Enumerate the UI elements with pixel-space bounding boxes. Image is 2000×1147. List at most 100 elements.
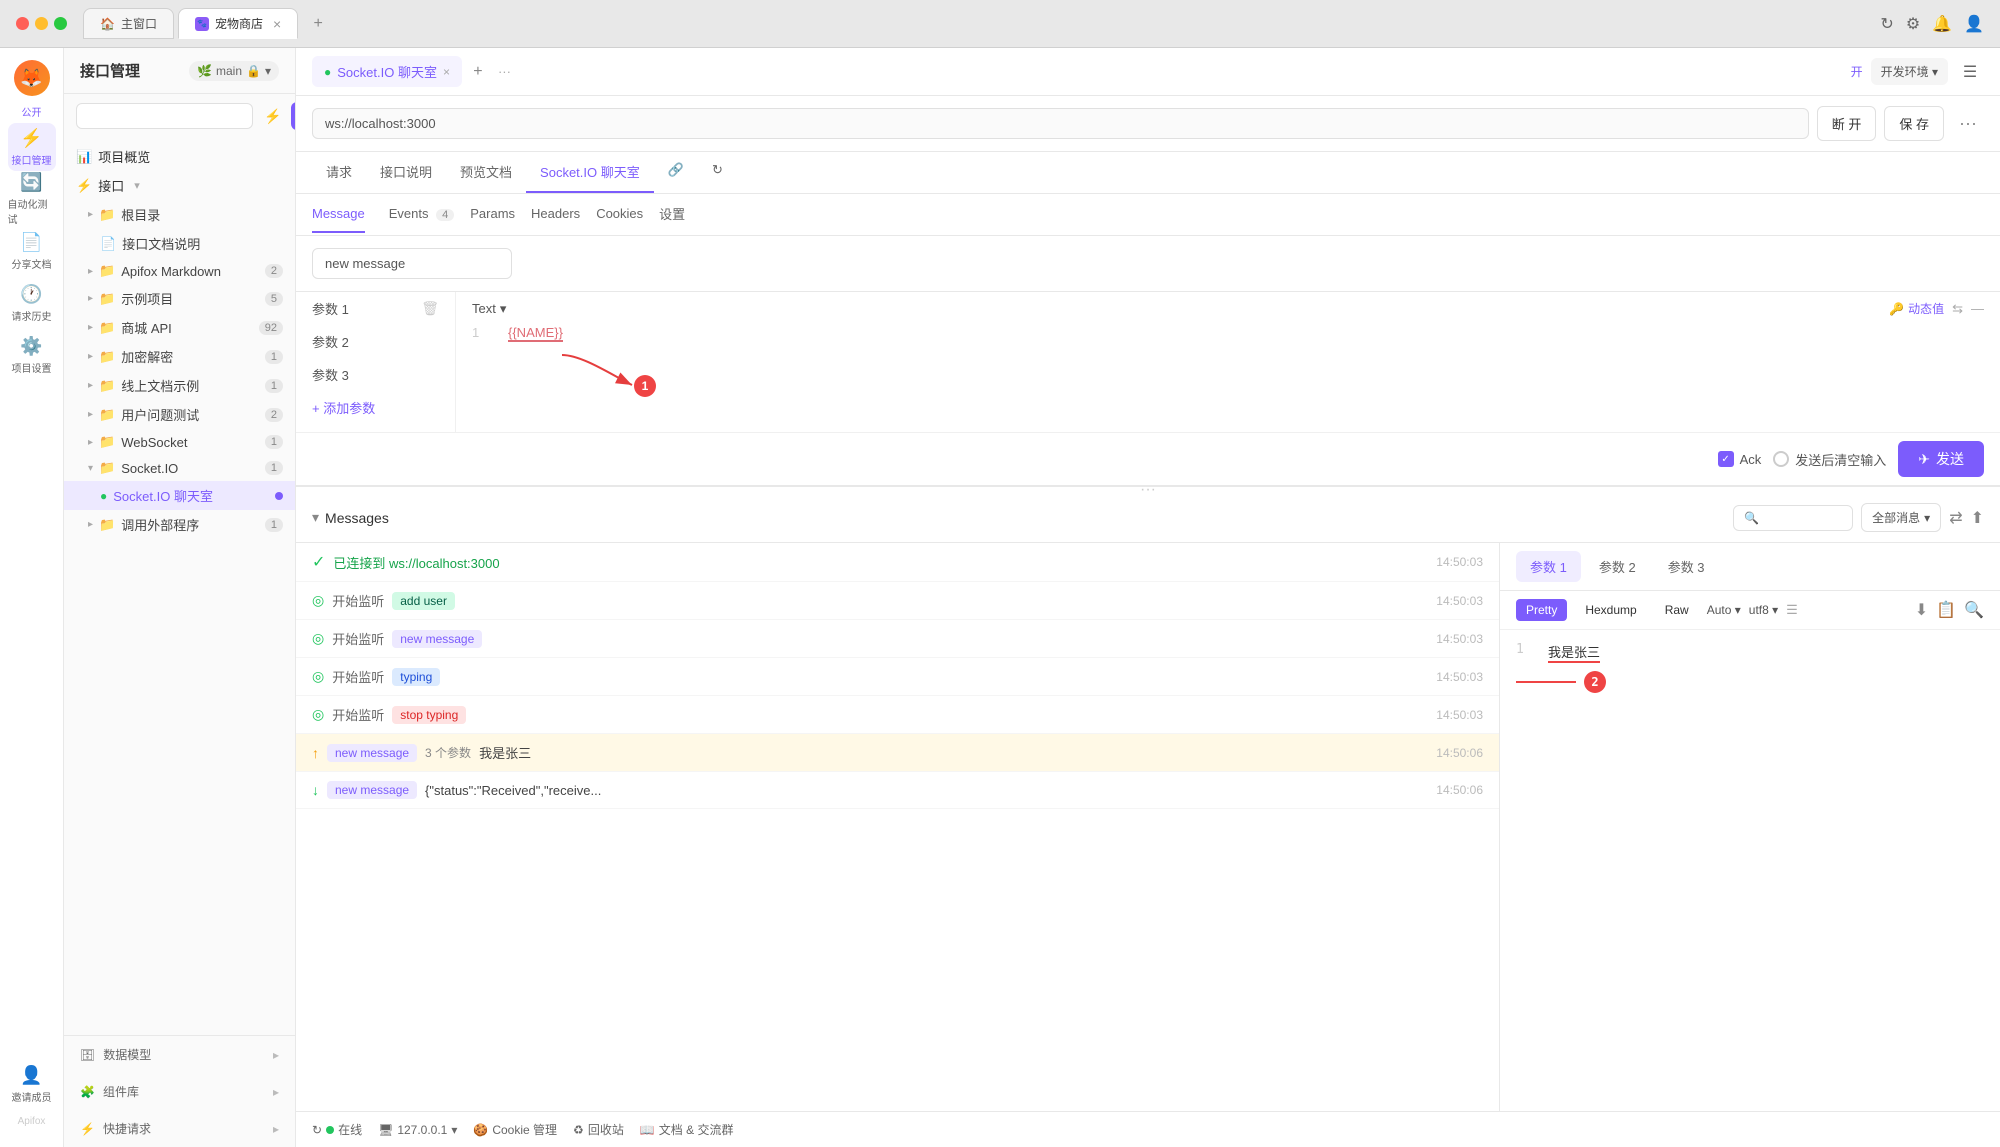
url-input[interactable]	[312, 108, 1809, 139]
collapse-bar-icon[interactable]: —	[1971, 301, 1984, 316]
status-docs[interactable]: 📖 文档 & 交流群	[640, 1121, 734, 1138]
close-button[interactable]	[16, 17, 29, 30]
msg-tab-params[interactable]: Params	[462, 196, 523, 233]
main-tab-socketio-chat[interactable]: ● Socket.IO 聊天室 ×	[312, 56, 462, 87]
message-item-connected[interactable]: ✓ 已连接到 ws://localhost:3000 14:50:03	[296, 543, 1499, 582]
minimize-button[interactable]	[35, 17, 48, 30]
more-options-button[interactable]: ···	[1952, 108, 1984, 140]
tab-socketio-chat[interactable]: Socket.IO 聊天室	[526, 152, 654, 193]
sync-icon[interactable]: ⇄	[1949, 508, 1962, 528]
tab-request[interactable]: 请求	[312, 152, 366, 193]
list-icon[interactable]: ☰	[1786, 602, 1798, 618]
tab-refresh[interactable]: ↻	[698, 152, 737, 193]
message-item-sent[interactable]: ↑ new message 3 个参数 我是张三 14:50:06	[296, 734, 1499, 772]
tree-item-api-docs[interactable]: 📄 接口文档说明	[64, 229, 295, 258]
maximize-button[interactable]	[54, 17, 67, 30]
tab-link[interactable]: 🔗	[654, 152, 698, 193]
msg-tab-settings[interactable]: 设置	[651, 194, 693, 235]
filter-dropdown[interactable]: 全部消息 ▾	[1861, 503, 1941, 532]
param1-delete-icon[interactable]: 🗑	[421, 300, 439, 317]
sidebar-item-history[interactable]: 🕐 请求历史	[8, 279, 56, 327]
param-item-3[interactable]: 参数 3	[304, 358, 447, 391]
format-hexdump-button[interactable]: Hexdump	[1575, 599, 1646, 621]
refresh-browser-icon[interactable]: ↻	[1880, 14, 1893, 34]
main-more-tabs-icon[interactable]: ···	[498, 64, 511, 79]
rp-tab-param2[interactable]: 参数 2	[1585, 551, 1650, 582]
tree-item-online-docs[interactable]: ▸ 📁 线上文档示例 1	[64, 371, 295, 400]
format-raw-button[interactable]: Raw	[1655, 599, 1699, 621]
hamburger-menu-button[interactable]: ☰	[1956, 58, 1984, 86]
tab-close-button[interactable]: ×	[273, 16, 281, 32]
message-item-watch-2[interactable]: ◎ 开始监听 new message 14:50:03	[296, 620, 1499, 658]
messages-action-icon[interactable]: ⬆	[1971, 508, 1984, 528]
charset-selector[interactable]: utf8 ▾	[1749, 603, 1778, 617]
expand-icon[interactable]: ⇆	[1952, 301, 1963, 317]
tree-item-socketio[interactable]: ▾ 📁 Socket.IO 1	[64, 455, 295, 481]
status-recycle[interactable]: ♻ 回收站	[573, 1121, 624, 1138]
add-param-button[interactable]: + 添加参数	[304, 391, 447, 424]
message-item-watch-1[interactable]: ◎ 开始监听 add user 14:50:03	[296, 582, 1499, 620]
bell-icon[interactable]: 🔔	[1932, 14, 1952, 34]
download-icon[interactable]: ⬇	[1915, 600, 1928, 620]
tab-preview-doc[interactable]: 预览文档	[446, 152, 526, 193]
msg-tab-message[interactable]: Message	[312, 196, 365, 233]
ack-checkbox[interactable]: ✓	[1718, 451, 1734, 467]
tab-pet[interactable]: 🐾 宠物商店 ×	[178, 8, 298, 39]
rp-tab-param1[interactable]: 参数 1	[1516, 551, 1581, 582]
tree-item-external[interactable]: ▸ 📁 调用外部程序 1	[64, 510, 295, 539]
tab-home[interactable]: 🏠 主窗口	[83, 8, 174, 39]
user-avatar[interactable]: 👤	[1964, 14, 1984, 34]
search-input[interactable]	[76, 103, 253, 129]
nav-bottom-data-model[interactable]: 🗄 数据模型 ▸	[64, 1036, 295, 1073]
tree-item-encrypt[interactable]: ▸ 📁 加密解密 1	[64, 342, 295, 371]
send-button[interactable]: ✈ 发送	[1898, 441, 1984, 477]
status-cookie[interactable]: 🍪 Cookie 管理	[473, 1121, 557, 1138]
sidebar-item-invite[interactable]: 👤 邀请成员	[8, 1060, 56, 1108]
add-tab-button[interactable]: +	[306, 12, 330, 36]
text-type-selector[interactable]: Text ▾	[472, 301, 506, 317]
tree-item-root[interactable]: ▸ 📁 根目录	[64, 200, 295, 229]
rp-tab-param3[interactable]: 参数 3	[1654, 551, 1719, 582]
msg-tab-events[interactable]: Events 4	[381, 196, 463, 233]
message-item-watch-3[interactable]: ◎ 开始监听 typing 14:50:03	[296, 658, 1499, 696]
messages-search-box[interactable]: 🔍	[1733, 505, 1853, 531]
msg-tab-headers[interactable]: Headers	[523, 196, 588, 233]
tree-item-examples[interactable]: ▸ 📁 示例项目 5	[64, 284, 295, 313]
copy-icon[interactable]: 📋	[1936, 600, 1956, 620]
param-item-1[interactable]: 参数 1 🗑	[304, 292, 447, 325]
tree-item-overview[interactable]: 📊 项目概览	[64, 142, 295, 171]
filter-button[interactable]: ⚡	[259, 102, 287, 130]
status-ip[interactable]: 🖥 127.0.0.1 ▾	[378, 1123, 457, 1137]
messages-collapse-icon[interactable]: ▾	[312, 509, 319, 526]
message-item-received[interactable]: ↓ new message {"status":"Received","rece…	[296, 772, 1499, 809]
save-button[interactable]: 保 存	[1884, 106, 1944, 141]
branch-selector[interactable]: 🌿 main 🔒 ▾	[189, 61, 279, 81]
disconnect-button[interactable]: 断 开	[1817, 106, 1877, 141]
msg-tab-cookies[interactable]: Cookies	[588, 196, 651, 233]
tree-item-socketio-chat[interactable]: ● Socket.IO 聊天室	[64, 481, 295, 510]
event-name-input[interactable]	[312, 248, 512, 279]
encoding-selector[interactable]: Auto ▾	[1707, 603, 1741, 617]
nav-bottom-quick-request[interactable]: ⚡ 快捷请求 ▸	[64, 1110, 295, 1147]
format-pretty-button[interactable]: Pretty	[1516, 599, 1567, 621]
message-item-watch-4[interactable]: ◎ 开始监听 stop typing 14:50:03	[296, 696, 1499, 734]
status-online[interactable]: ↻ 在线	[312, 1121, 362, 1138]
tree-item-apifox-markdown[interactable]: ▸ 📁 Apifox Markdown 2	[64, 258, 295, 284]
nav-bottom-components[interactable]: 🧩 组件库 ▸	[64, 1073, 295, 1110]
clear-checkbox[interactable]	[1773, 451, 1789, 467]
param-item-2[interactable]: 参数 2	[304, 325, 447, 358]
settings-browser-icon[interactable]: ⚙	[1906, 14, 1920, 34]
dynamic-value-button[interactable]: 🔑 动态值	[1889, 300, 1944, 317]
sidebar-item-api-management[interactable]: ⚡ 接口管理	[8, 123, 56, 171]
tree-item-websocket[interactable]: ▸ 📁 WebSocket 1	[64, 429, 295, 455]
tree-item-shop-api[interactable]: ▸ 📁 商城 API 92	[64, 313, 295, 342]
tree-item-api[interactable]: ⚡ 接口 ▾	[64, 171, 295, 200]
sidebar-item-automation[interactable]: 🔄 自动化测试	[8, 175, 56, 223]
sidebar-item-settings[interactable]: ⚙️ 项目设置	[8, 331, 56, 379]
search-content-icon[interactable]: 🔍	[1964, 600, 1984, 620]
sidebar-item-docs[interactable]: 📄 分享文档	[8, 227, 56, 275]
tree-item-user-tests[interactable]: ▸ 📁 用户问题测试 2	[64, 400, 295, 429]
env-selector[interactable]: 开发环境 ▾	[1871, 58, 1948, 85]
main-tab-close-icon[interactable]: ×	[443, 65, 450, 79]
main-add-tab-button[interactable]: +	[466, 60, 490, 84]
